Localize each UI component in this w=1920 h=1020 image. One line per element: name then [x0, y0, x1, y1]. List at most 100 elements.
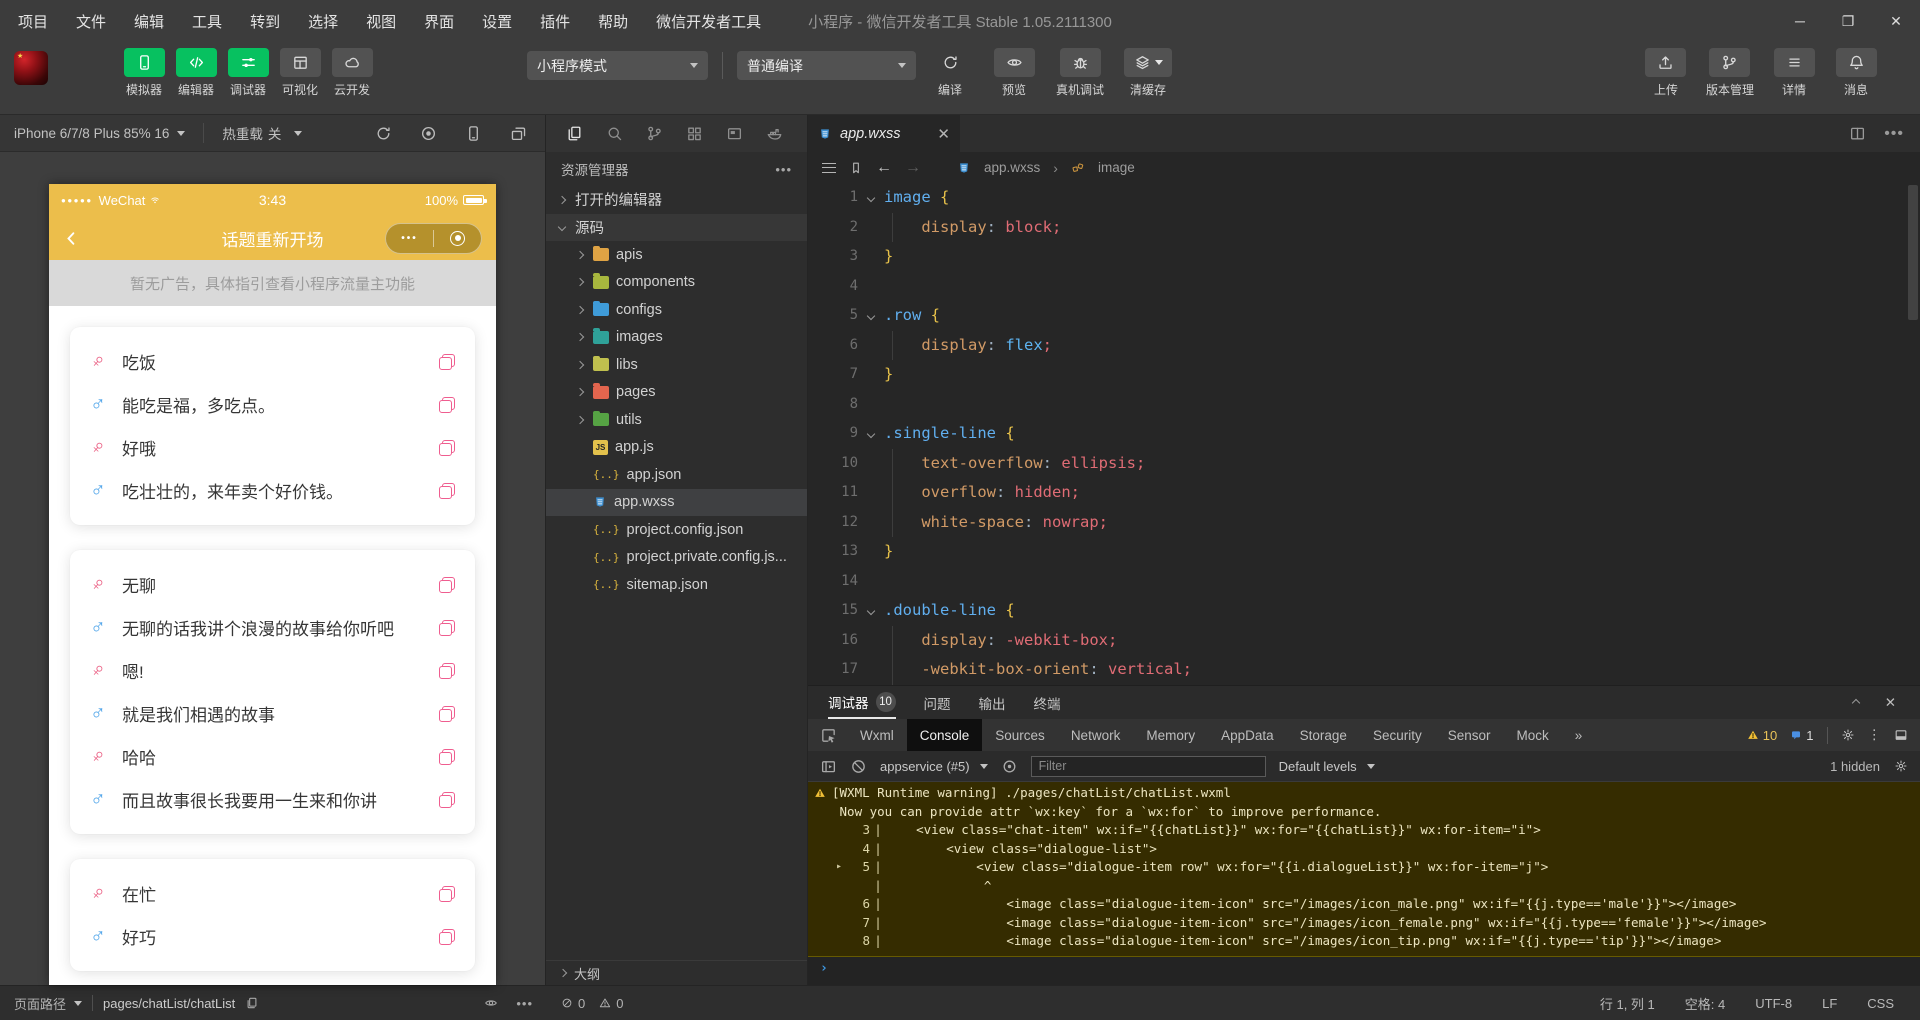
- back-icon[interactable]: [63, 230, 80, 247]
- 可视化-button[interactable]: [279, 48, 321, 77]
- statusbar-item-UTF-8[interactable]: UTF-8: [1755, 996, 1792, 1011]
- statusbar-item-行 1, 列 1[interactable]: 行 1, 列 1: [1600, 994, 1655, 1013]
- copy-message-icon[interactable]: [439, 748, 455, 765]
- devtools-tab-Network[interactable]: Network: [1058, 719, 1134, 751]
- refresh-icon[interactable]: [375, 125, 392, 142]
- hot-reload-toggle[interactable]: 热重载 关: [222, 123, 303, 143]
- menu-item-文件[interactable]: 文件: [76, 11, 106, 32]
- nav-back-icon[interactable]: ←: [876, 159, 892, 177]
- tree-item-components[interactable]: components: [546, 269, 807, 297]
- search-icon[interactable]: [606, 125, 623, 142]
- 详情-button[interactable]: [1773, 48, 1815, 77]
- bookmark-icon[interactable]: [849, 161, 863, 175]
- copy-message-icon[interactable]: [439, 353, 455, 370]
- debugger-tab-调试器[interactable]: 调试器 10: [828, 686, 896, 719]
- project-avatar[interactable]: [14, 51, 48, 85]
- show-sidebar-icon[interactable]: [820, 758, 837, 775]
- console-prompt[interactable]: ›: [808, 957, 1920, 976]
- menu-item-设置[interactable]: 设置: [482, 11, 512, 32]
- devtools-tabs-overflow[interactable]: »: [1562, 719, 1596, 751]
- copy-message-icon[interactable]: [439, 482, 455, 499]
- live-expression-icon[interactable]: [1001, 758, 1018, 775]
- menu-item-帮助[interactable]: 帮助: [598, 11, 628, 32]
- close-button[interactable]: ✕: [1872, 13, 1920, 30]
- copy-message-icon[interactable]: [439, 619, 455, 636]
- devtools-tab-AppData[interactable]: AppData: [1208, 719, 1287, 751]
- tree-item-project.config.json[interactable]: {..} project.config.json: [546, 516, 807, 544]
- tree-item-sitemap.json[interactable]: {..} sitemap.json: [546, 571, 807, 599]
- tab-app-wxss[interactable]: app.wxss ✕: [808, 115, 960, 152]
- devtools-menu-icon[interactable]: ⋮: [1868, 727, 1882, 743]
- devtools-tab-Memory[interactable]: Memory: [1133, 719, 1208, 751]
- debugger-tab-输出[interactable]: 输出: [979, 686, 1006, 719]
- copy-message-icon[interactable]: [439, 885, 455, 902]
- menu-item-转到[interactable]: 转到: [250, 11, 280, 32]
- context-select[interactable]: appservice (#5): [880, 759, 988, 774]
- devtools-settings-icon[interactable]: [1841, 728, 1855, 742]
- menu-item-编辑[interactable]: 编辑: [134, 11, 164, 32]
- copy-message-icon[interactable]: [439, 791, 455, 808]
- 云开发-button[interactable]: [331, 48, 373, 77]
- widgets-icon[interactable]: [686, 125, 703, 142]
- close-panel-icon[interactable]: ✕: [1885, 695, 1896, 711]
- tree-section-打开的编辑器[interactable]: 打开的编辑器: [546, 186, 807, 214]
- mode-select[interactable]: 小程序模式: [527, 51, 708, 80]
- minimize-button[interactable]: ─: [1776, 13, 1824, 30]
- portrait-device-icon[interactable]: [465, 125, 482, 142]
- container-icon[interactable]: [766, 125, 783, 142]
- maximize-button[interactable]: ❐: [1824, 13, 1872, 30]
- inspect-element-icon[interactable]: [808, 719, 847, 751]
- copy-message-icon[interactable]: [439, 439, 455, 456]
- code-editor[interactable]: 1 image {2 display: block; 3} 4 5 .row {6 dis…: [808, 183, 1920, 685]
- menu-item-选择[interactable]: 选择: [308, 11, 338, 32]
- console-warnings-badge[interactable]: 10: [1747, 728, 1777, 743]
- copy-message-icon[interactable]: [439, 576, 455, 593]
- device-select[interactable]: iPhone 6/7/8 Plus 85% 16: [14, 126, 186, 141]
- tree-item-libs[interactable]: libs: [546, 351, 807, 379]
- tree-item-app.json[interactable]: {..} app.json: [546, 461, 807, 489]
- close-tab-icon[interactable]: ✕: [937, 125, 950, 143]
- dock-side-icon[interactable]: [1894, 728, 1908, 742]
- minimize-app-button[interactable]: [434, 230, 481, 246]
- devtools-tab-Storage[interactable]: Storage: [1287, 719, 1360, 751]
- statusbar-item-CSS[interactable]: CSS: [1867, 996, 1894, 1011]
- 上传-button[interactable]: [1645, 48, 1687, 77]
- console-messages-badge[interactable]: 1: [1790, 728, 1814, 743]
- copy-message-icon[interactable]: [439, 705, 455, 722]
- statusbar-item-空格: 4[interactable]: 空格: 4: [1685, 994, 1725, 1013]
- eye-icon[interactable]: [484, 996, 498, 1010]
- tree-item-configs[interactable]: configs: [546, 296, 807, 324]
- 模拟器-button[interactable]: [123, 48, 165, 77]
- copy-message-icon[interactable]: [439, 396, 455, 413]
- source-control-icon[interactable]: [646, 125, 663, 142]
- devtools-tab-Wxml[interactable]: Wxml: [847, 719, 907, 751]
- gear-icon[interactable]: [1894, 759, 1908, 773]
- copy-path-icon[interactable]: [245, 996, 259, 1010]
- devtools-tab-Security[interactable]: Security: [1360, 719, 1435, 751]
- menu-item-界面[interactable]: 界面: [424, 11, 454, 32]
- fold-chevron-icon[interactable]: [858, 419, 884, 449]
- expand-arrow-icon[interactable]: ▸: [832, 858, 846, 877]
- 编译-button[interactable]: [930, 48, 971, 77]
- collapse-panel-icon[interactable]: [1851, 698, 1860, 707]
- rotate-device-icon[interactable]: [510, 125, 527, 142]
- split-editor-icon[interactable]: [1849, 125, 1866, 142]
- copy-message-icon[interactable]: [439, 662, 455, 679]
- error-count[interactable]: 0: [561, 996, 585, 1011]
- debugger-tab-终端[interactable]: 终端: [1034, 686, 1061, 719]
- tree-item-pages[interactable]: pages: [546, 379, 807, 407]
- menu-item-微信开发者工具[interactable]: 微信开发者工具: [656, 11, 761, 32]
- devtools-tab-Sensor[interactable]: Sensor: [1435, 719, 1504, 751]
- devtools-tab-Mock[interactable]: Mock: [1504, 719, 1562, 751]
- filter-input[interactable]: [1030, 755, 1266, 777]
- menu-item-工具[interactable]: 工具: [192, 11, 222, 32]
- 编辑器-button[interactable]: [175, 48, 217, 77]
- tree-item-app.js[interactable]: JS app.js: [546, 434, 807, 462]
- tree-item-apis[interactable]: apis: [546, 241, 807, 269]
- tree-item-utils[interactable]: utils: [546, 406, 807, 434]
- tree-item-images[interactable]: images: [546, 324, 807, 352]
- fold-chevron-icon[interactable]: [858, 596, 884, 626]
- 预览-button[interactable]: [993, 48, 1035, 77]
- copy-message-icon[interactable]: [439, 928, 455, 945]
- more-actions-icon[interactable]: •••: [775, 162, 792, 177]
